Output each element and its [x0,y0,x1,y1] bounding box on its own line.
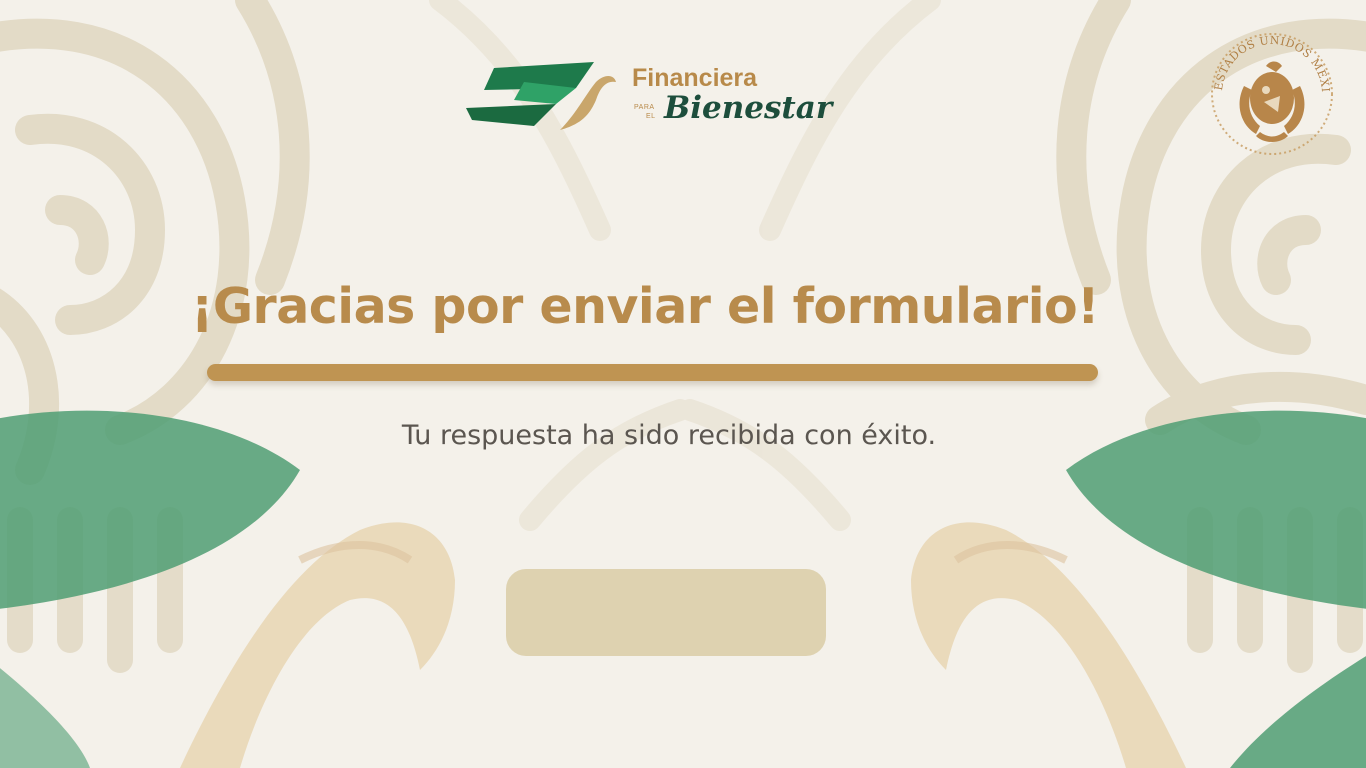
financiera-bienestar-logo: Financiera PARA EL Bienestar [464,60,844,136]
brand-name-small: PARA EL [634,103,656,121]
action-button[interactable] [506,569,826,656]
confirmation-message: Tu respuesta ha sido recibida con éxito. [401,420,937,451]
brand-small-para: PARA [634,104,655,111]
brand-name-top: Financiera [632,64,758,92]
coat-of-arms-seal-icon: ESTADOS UNIDOS MEXICANOS [1204,26,1333,155]
brand-small-el: EL [646,113,656,120]
bird-logo-icon [466,62,616,130]
title-divider [207,364,1098,381]
brand-name-bottom: Bienestar [664,90,833,126]
confirmation-title: ¡Gracias por enviar el formulario! [190,278,1100,335]
